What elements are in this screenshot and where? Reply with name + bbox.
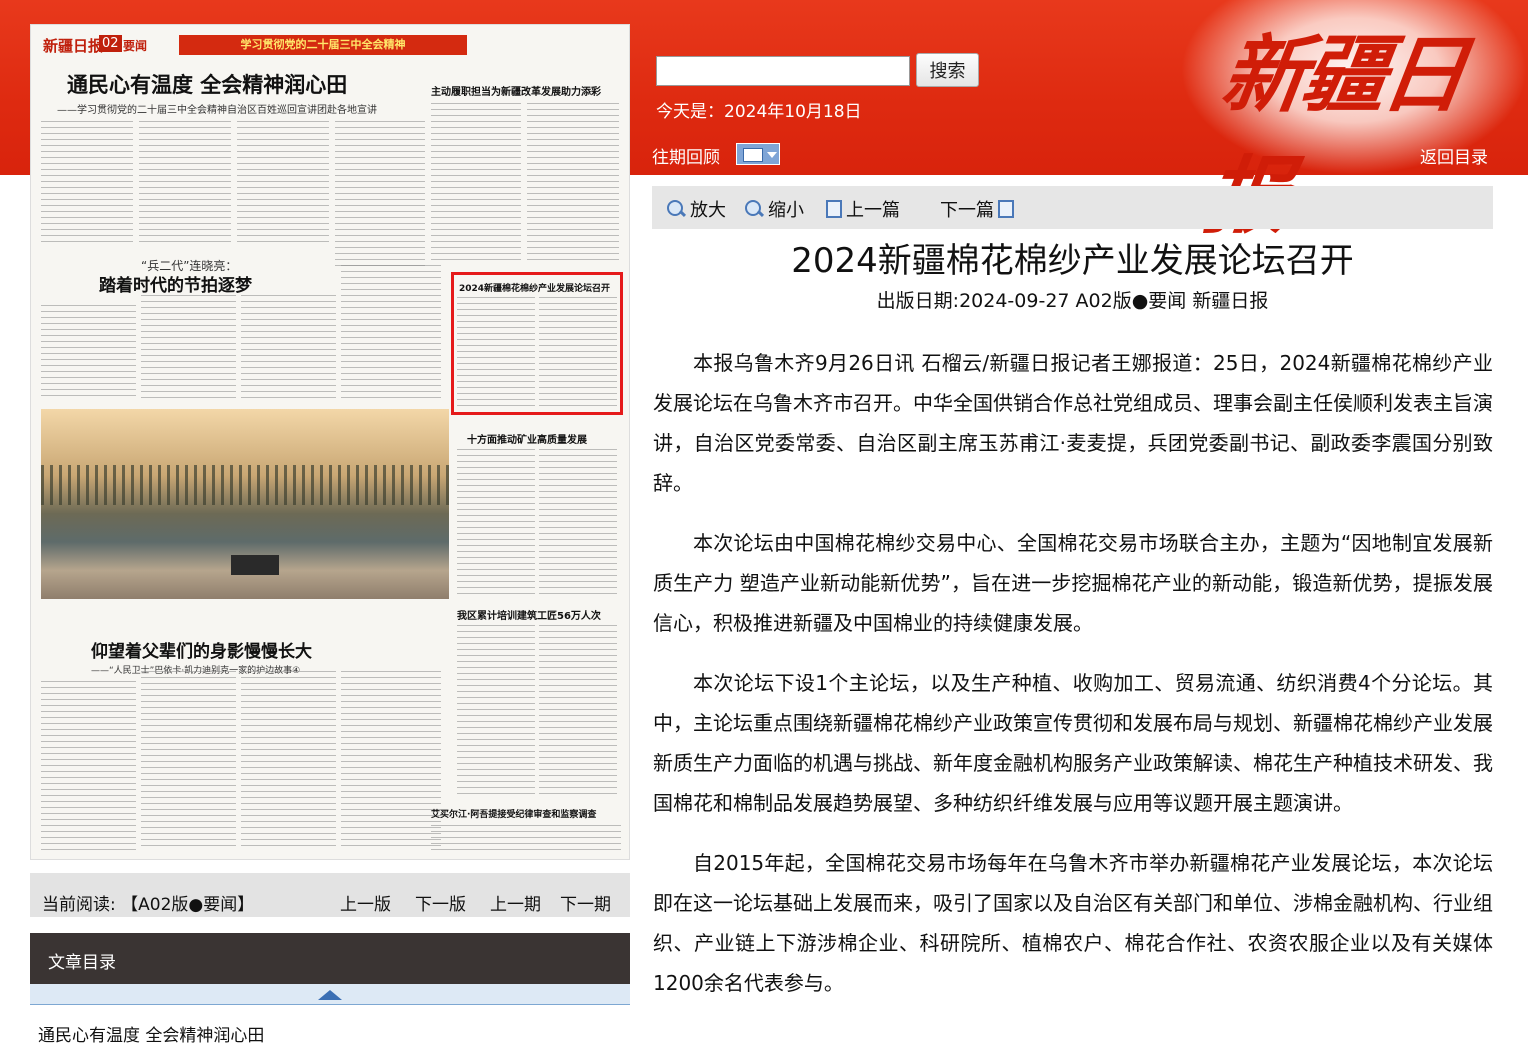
calendar-icon[interactable]: [736, 143, 780, 165]
prev-article-label: 上一篇: [846, 200, 900, 221]
page-image-headline[interactable]: 主动履职担当为新疆改革发展助力添彩: [431, 83, 601, 98]
zoom-in-icon: [666, 199, 686, 219]
article-toolbar: 放大 缩小 上一篇 下一篇: [652, 186, 1493, 229]
page-image-number: 02: [99, 35, 122, 52]
page-image-text-column: [539, 625, 617, 795]
next-article-label: 下一篇: [940, 200, 994, 221]
page-image-text-column: [141, 295, 236, 400]
selected-article-highlight[interactable]: [451, 272, 623, 415]
page-image-text-column: [241, 671, 336, 851]
page-image-text-column: [431, 825, 621, 853]
history-label: 往期回顾: [652, 148, 720, 168]
page-image-text-column: [41, 305, 136, 400]
zoom-out-icon: [744, 199, 764, 219]
article-paragraph: 本次论坛下设1个主论坛，以及生产种植、收购加工、贸易流通、纺织消费4个分论坛。其…: [653, 671, 1493, 815]
page-image-header: 新疆日报 02 要闻 学习贯彻党的二十届三中全会精神: [39, 35, 623, 57]
page-image-masthead: 新疆日报: [43, 37, 104, 55]
search-button[interactable]: 搜索: [916, 53, 979, 87]
zoom-out-label: 缩小: [768, 200, 804, 221]
toc-heading: 文章目录: [30, 933, 630, 984]
page-image-section: 要闻: [123, 39, 148, 53]
page-image-text-column: [431, 103, 521, 263]
next-article-button[interactable]: 下一篇: [940, 196, 1014, 222]
prev-article-button[interactable]: 上一篇: [826, 196, 900, 222]
article-meta: 出版日期:2024-09-27 A02版●要闻 新疆日报: [876, 290, 1269, 312]
page-image-headline[interactable]: 十方面推动矿业高质量发展: [467, 431, 587, 446]
page-image-text-column: [539, 449, 617, 599]
page-image-text-column: [335, 121, 425, 271]
page-image-text-column: [141, 671, 236, 851]
page-image-text-column: [457, 449, 535, 599]
page-image-text-column: [341, 265, 441, 400]
article-paragraph: 本次论坛由中国棉花棉纱交易中心、全国棉花交易市场联合主办，主题为“因地制宜发展新…: [653, 531, 1493, 635]
page-image-text-column: [241, 295, 336, 400]
page-image-text-column: [237, 121, 329, 245]
prev-edition-link[interactable]: 上一版: [340, 890, 391, 915]
scroll-up-icon[interactable]: [318, 990, 342, 1000]
article-paragraph: 自2015年起，全国棉花交易市场每年在乌鲁木齐市举办新疆棉花产业发展论坛，本次论…: [653, 851, 1493, 995]
page-image-headline[interactable]: 仰望着父辈们的身影慢慢长大: [91, 637, 312, 662]
page-image-text-column: [457, 625, 535, 795]
next-edition-link[interactable]: 下一版: [415, 890, 466, 915]
back-to-toc-link[interactable]: 返回目录: [1420, 143, 1488, 168]
search-input[interactable]: [656, 56, 910, 86]
next-page-icon: [998, 200, 1014, 218]
page-image-text-column: [41, 121, 133, 245]
page-image-banner: 学习贯彻党的二十届三中全会精神: [179, 35, 467, 55]
page-image-text-column: [139, 121, 231, 245]
page-image-subhead: ——学习贯彻党的二十届三中全会精神自治区百姓巡回宣讲团赴各地宣讲: [57, 105, 377, 116]
zoom-in-label: 放大: [690, 200, 726, 221]
page-image-headline[interactable]: 通民心有温度 全会精神润心田: [67, 69, 347, 99]
page-image-headline[interactable]: 我区累计培训建筑工匠56万人次: [457, 607, 601, 622]
today-date: 今天是：2024年10月18日: [656, 102, 862, 122]
current-reading-bar: 当前阅读: 【A02版●要闻】 上一版 下一版 上一期 下一期: [30, 873, 630, 917]
next-issue-link[interactable]: 下一期: [560, 890, 611, 915]
page-image-headline[interactable]: 艾买尔江·阿吾提接受纪律审查和监察调查: [431, 807, 596, 820]
article-body: 本报乌鲁木齐9月26日讯 石榴云/新疆日报记者王娜报道：25日，2024新疆棉花…: [653, 343, 1493, 1023]
page-image-text-column: [41, 681, 136, 851]
page-image-photo-trees: [41, 465, 449, 505]
page-image-headline[interactable]: 踏着时代的节拍逐梦: [99, 271, 252, 296]
current-reading-label: 当前阅读: 【A02版●要闻】: [42, 895, 255, 915]
newspaper-page-image[interactable]: 新疆日报 02 要闻 学习贯彻党的二十届三中全会精神 通民心有温度 全会精神润心…: [30, 24, 630, 860]
prev-page-icon: [826, 200, 842, 218]
toc-item[interactable]: 通民心有温度 全会精神润心田: [38, 1021, 264, 1046]
prev-issue-link[interactable]: 上一期: [490, 890, 541, 915]
zoom-out-button[interactable]: 缩小: [744, 196, 804, 222]
page-image-text-column: [527, 103, 619, 263]
page-image-text-column: [341, 671, 441, 851]
article-paragraph: 本报乌鲁木齐9月26日讯 石榴云/新疆日报记者王娜报道：25日，2024新疆棉花…: [653, 351, 1493, 495]
article-title: 2024新疆棉花棉纱产业发展论坛召开: [791, 241, 1354, 281]
zoom-in-button[interactable]: 放大: [666, 196, 726, 222]
page-image-photo-tractor: [231, 555, 279, 575]
